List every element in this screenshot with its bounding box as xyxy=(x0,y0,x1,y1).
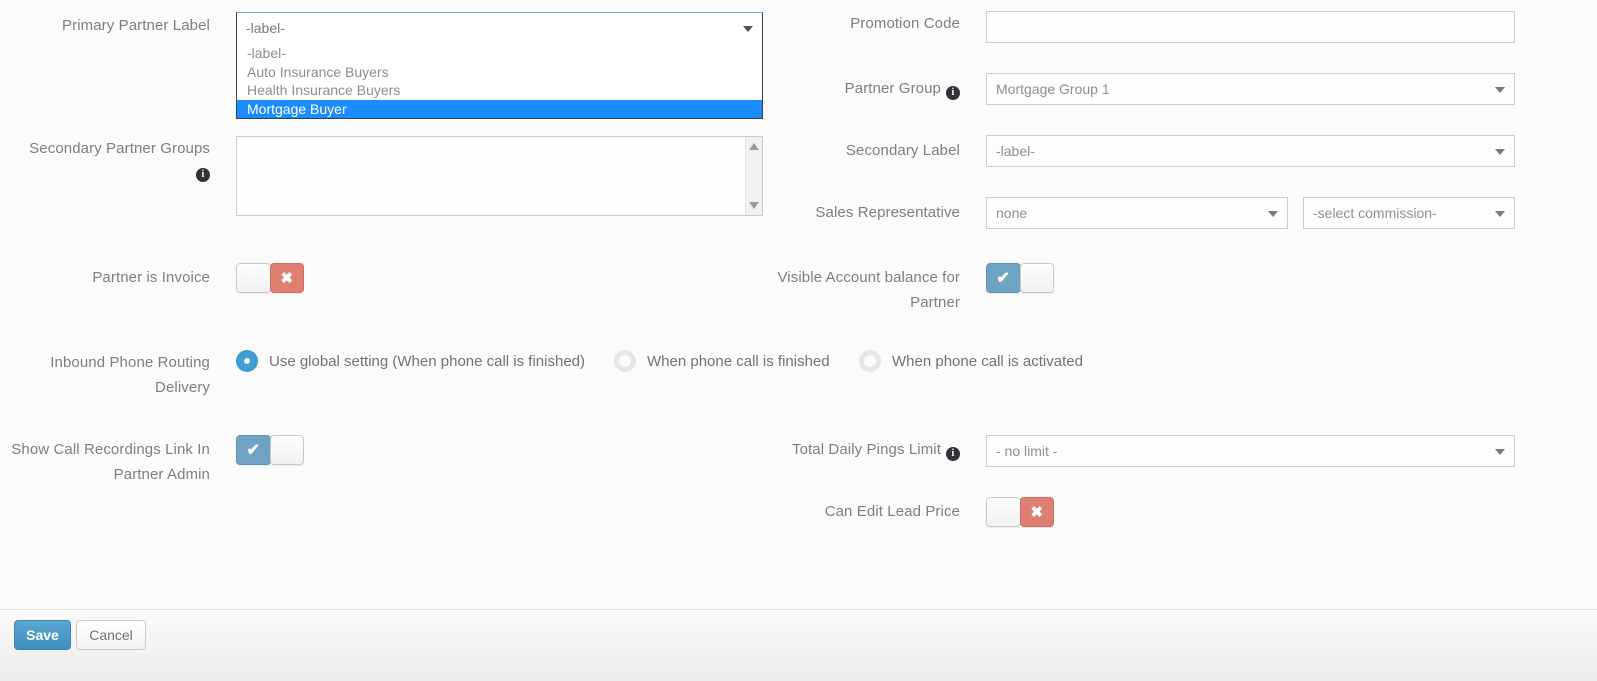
partner-group-select[interactable]: Mortgage Group 1 xyxy=(986,73,1515,105)
label-text: Can Edit Lead Price xyxy=(825,503,960,520)
label-text: Sales Representative xyxy=(815,204,960,221)
can-edit-lead-price-label: Can Edit Lead Price xyxy=(760,499,960,524)
primary-partner-label-label: Primary Partner Label xyxy=(20,13,210,38)
primary-partner-label-options[interactable]: -label- Auto Insurance Buyers Health Ins… xyxy=(236,42,763,119)
inbound-phone-routing-radio-group: Use global setting (When phone call is f… xyxy=(236,350,1136,376)
chevron-down-icon xyxy=(1268,211,1278,217)
toggle-off-icon: ✖ xyxy=(270,263,305,293)
dropdown-option[interactable]: -label- xyxy=(237,44,762,63)
select-value: -label- xyxy=(246,20,285,36)
sales-representative-select[interactable]: none xyxy=(986,197,1288,229)
select-value: - no limit - xyxy=(996,443,1057,459)
partner-group-label: Partner Group i xyxy=(760,76,960,101)
label-text-line1: Visible Account balance for xyxy=(760,265,960,290)
radio-label: Use global setting (When phone call is f… xyxy=(269,353,585,370)
save-button[interactable]: Save xyxy=(14,620,71,650)
label-text: Partner Group xyxy=(845,80,941,97)
radio-when-phone-call-is-activated[interactable]: When phone call is activated xyxy=(859,350,1083,372)
radio-label: When phone call is activated xyxy=(892,353,1083,370)
sales-commission-select[interactable]: -select commission- xyxy=(1303,197,1515,229)
radio-icon[interactable] xyxy=(859,350,881,372)
chevron-down-icon xyxy=(743,26,753,32)
show-call-recordings-toggle[interactable]: ✔ xyxy=(236,435,305,465)
label-text: Promotion Code xyxy=(850,15,960,32)
secondary-label-label: Secondary Label xyxy=(760,138,960,163)
total-daily-pings-limit-label: Total Daily Pings Limit i xyxy=(760,437,960,462)
promotion-code-input[interactable] xyxy=(986,11,1515,43)
toggle-knob xyxy=(270,435,305,465)
total-daily-pings-limit-select[interactable]: - no limit - xyxy=(986,435,1515,467)
partner-is-invoice-toggle[interactable]: ✖ xyxy=(236,263,305,293)
partner-is-invoice-label: Partner is Invoice xyxy=(20,265,210,290)
scroll-up-icon[interactable] xyxy=(749,143,759,150)
footer-bar xyxy=(0,610,1597,681)
cancel-button[interactable]: Cancel xyxy=(76,620,146,650)
radio-when-phone-call-is-finished[interactable]: When phone call is finished xyxy=(614,350,830,372)
chevron-down-icon xyxy=(1495,211,1505,217)
radio-label: When phone call is finished xyxy=(647,353,830,370)
label-text: Secondary Partner Groups xyxy=(0,136,210,161)
toggle-on-icon: ✔ xyxy=(986,263,1021,293)
partner-settings-form: Primary Partner Label -label- -label- Au… xyxy=(0,0,1597,681)
select-value: none xyxy=(996,205,1027,221)
info-icon[interactable]: i xyxy=(196,168,210,182)
info-icon[interactable]: i xyxy=(946,86,960,100)
primary-partner-label-select[interactable]: -label- xyxy=(236,12,763,44)
dropdown-option[interactable]: Auto Insurance Buyers xyxy=(237,63,762,82)
label-text-line2: Delivery xyxy=(20,375,210,400)
visible-account-balance-toggle[interactable]: ✔ xyxy=(986,263,1055,293)
label-text: Total Daily Pings Limit xyxy=(792,441,941,458)
label-text-line1: Show Call Recordings Link In xyxy=(0,437,210,462)
radio-use-global-setting[interactable]: Use global setting (When phone call is f… xyxy=(236,350,585,372)
toggle-knob xyxy=(1020,263,1055,293)
chevron-down-icon xyxy=(1495,149,1505,155)
secondary-label-select[interactable]: -label- xyxy=(986,135,1515,167)
radio-icon[interactable] xyxy=(614,350,636,372)
toggle-knob xyxy=(986,497,1021,527)
visible-account-balance-label: Visible Account balance for Partner xyxy=(760,265,960,315)
dropdown-option-selected[interactable]: Mortgage Buyer xyxy=(237,100,762,119)
can-edit-lead-price-toggle[interactable]: ✖ xyxy=(986,497,1055,527)
select-value: -label- xyxy=(996,143,1035,159)
dropdown-option[interactable]: Health Insurance Buyers xyxy=(237,81,762,100)
select-value: -select commission- xyxy=(1313,205,1437,221)
label-text: Secondary Label xyxy=(846,142,960,159)
toggle-on-icon: ✔ xyxy=(236,435,271,465)
secondary-partner-groups-label: Secondary Partner Groups i xyxy=(0,136,210,182)
promotion-code-label: Promotion Code xyxy=(760,11,960,36)
select-value: Mortgage Group 1 xyxy=(996,81,1110,97)
scroll-down-icon[interactable] xyxy=(749,202,759,209)
info-icon[interactable]: i xyxy=(946,447,960,461)
label-text-line2: Partner xyxy=(760,290,960,315)
show-call-recordings-label: Show Call Recordings Link In Partner Adm… xyxy=(0,437,210,487)
toggle-off-icon: ✖ xyxy=(1020,497,1055,527)
label-text: Partner is Invoice xyxy=(92,269,210,286)
inbound-phone-routing-delivery-label: Inbound Phone Routing Delivery xyxy=(20,350,210,400)
label-text: Primary Partner Label xyxy=(62,17,210,34)
toggle-knob xyxy=(236,263,271,293)
chevron-down-icon xyxy=(1495,87,1505,93)
label-text-line2: Partner Admin xyxy=(0,462,210,487)
label-text-line1: Inbound Phone Routing xyxy=(20,350,210,375)
sales-representative-label: Sales Representative xyxy=(760,200,960,225)
radio-icon-checked[interactable] xyxy=(236,350,258,372)
secondary-partner-groups-listbox[interactable] xyxy=(236,136,763,216)
chevron-down-icon xyxy=(1495,449,1505,455)
